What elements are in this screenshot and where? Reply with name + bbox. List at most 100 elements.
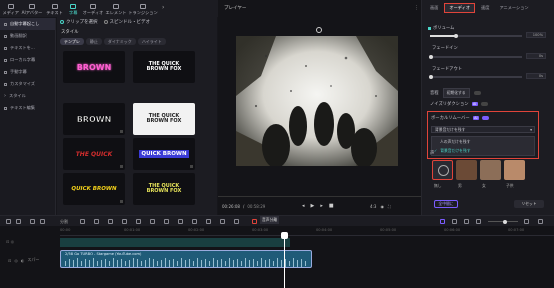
subtitle-track[interactable] bbox=[60, 238, 290, 247]
mic-icon[interactable] bbox=[464, 219, 469, 224]
menu-audio[interactable]: オーディオ bbox=[82, 2, 104, 17]
sidebar-item-video-translate[interactable]: 動画翻訳 bbox=[0, 30, 55, 42]
noise-toggle[interactable] bbox=[480, 102, 488, 106]
sidebar-item-text-edit[interactable]: テキスト編集 bbox=[0, 102, 55, 114]
tab-audio[interactable]: オーディオ bbox=[444, 3, 476, 13]
voice-female[interactable] bbox=[480, 160, 501, 180]
keyframe-icon[interactable] bbox=[206, 219, 211, 224]
audio-icon[interactable] bbox=[178, 219, 183, 224]
filter-static[interactable]: 静止 bbox=[85, 38, 102, 45]
crop-icon[interactable] bbox=[80, 219, 85, 224]
lock-icon[interactable]: ⊡ bbox=[6, 239, 9, 244]
voice-none[interactable] bbox=[432, 160, 453, 180]
eye-icon[interactable]: ◎ bbox=[11, 239, 15, 244]
style-tile[interactable]: BROWN bbox=[63, 103, 125, 135]
aspect-ratio[interactable]: 4:3 bbox=[370, 204, 376, 209]
chevron-right-icon[interactable]: › bbox=[162, 4, 164, 11]
prev-frame-icon[interactable]: ◂ bbox=[302, 203, 305, 209]
delete-icon[interactable] bbox=[30, 219, 35, 224]
tab-animation[interactable]: アニメーション bbox=[495, 3, 532, 13]
menu-subtitle[interactable]: 字幕 bbox=[65, 2, 83, 17]
filter-dynamic[interactable]: ダイナミック bbox=[103, 38, 136, 45]
fullscreen-icon[interactable]: ⛶ bbox=[388, 204, 391, 209]
zoom-out-icon[interactable] bbox=[476, 219, 481, 224]
menu-media[interactable]: メディア bbox=[2, 2, 20, 17]
stop-icon[interactable]: ■ bbox=[329, 203, 334, 209]
menu-text[interactable]: テキスト bbox=[45, 2, 65, 17]
reset-button[interactable]: リセット bbox=[514, 200, 544, 208]
playhead-handle[interactable] bbox=[281, 232, 288, 239]
progress-track[interactable] bbox=[218, 196, 421, 197]
zoom-in-icon[interactable] bbox=[524, 219, 529, 224]
record-icon[interactable] bbox=[164, 219, 169, 224]
radio-clip[interactable]: クリップを選択 bbox=[60, 19, 98, 25]
link-icon[interactable] bbox=[452, 219, 457, 224]
mute-icon[interactable]: ◐ bbox=[21, 258, 25, 263]
magnet-icon[interactable] bbox=[440, 219, 445, 224]
fadein-value[interactable]: 0s bbox=[526, 53, 546, 59]
split-button[interactable]: 分割 bbox=[60, 219, 68, 225]
style-tile[interactable]: THE QUICK BROWN FOX bbox=[133, 51, 195, 83]
vocal-select[interactable]: 背景音だけを残す ▾ bbox=[431, 126, 535, 133]
style-tile[interactable]: QUICK BROWN bbox=[63, 173, 125, 205]
fadeout-value[interactable]: 0s bbox=[526, 73, 546, 79]
fadeout-thumb[interactable] bbox=[429, 74, 433, 79]
play-icon[interactable]: ▶ bbox=[311, 203, 315, 209]
volume-thumb[interactable] bbox=[454, 33, 458, 38]
volume-value[interactable]: 100% bbox=[526, 32, 546, 38]
next-frame-icon[interactable]: ▸ bbox=[320, 203, 323, 209]
menu-ai-avatar[interactable]: AIアバター bbox=[20, 2, 45, 17]
mask-icon[interactable] bbox=[122, 219, 127, 224]
fadeout-track[interactable] bbox=[430, 76, 522, 78]
style-tile[interactable]: QUICK BROWN bbox=[133, 138, 195, 170]
menu-transition[interactable]: トランジション bbox=[128, 2, 158, 17]
tab-speed[interactable]: 速度 bbox=[477, 3, 493, 13]
ai-icon[interactable] bbox=[234, 219, 239, 224]
ruler[interactable]: 00:00 00:01:00 00:02:00 00:03:00 00:04:0… bbox=[60, 226, 554, 236]
sidebar-item-local-subtitle[interactable]: ローカル字幕 bbox=[0, 54, 55, 66]
audio-separate-icon[interactable] bbox=[252, 219, 257, 224]
option-bgm-only[interactable]: ✓ 背景音だけを残す bbox=[432, 146, 534, 155]
sidebar-item-auto-subtitle[interactable]: 自動字幕起こし bbox=[0, 18, 55, 30]
voice-male[interactable] bbox=[456, 160, 477, 180]
text-icon[interactable] bbox=[150, 219, 155, 224]
cut-icon[interactable] bbox=[40, 219, 45, 224]
fadein-thumb[interactable] bbox=[429, 54, 433, 59]
voice-child[interactable] bbox=[504, 160, 525, 180]
sidebar-item-style[interactable]: › スタイル bbox=[0, 90, 55, 102]
redo-icon[interactable] bbox=[16, 219, 21, 224]
tab-screen[interactable]: 画面 bbox=[426, 3, 442, 13]
sidebar-item-manual-subtitle[interactable]: 手動字幕 bbox=[0, 66, 55, 78]
menu-dots-icon[interactable]: ⋮ bbox=[414, 5, 419, 11]
sidebar-item-text-to[interactable]: テキストを... bbox=[0, 42, 55, 54]
vocal-toggle[interactable] bbox=[481, 116, 489, 120]
option-voice-only[interactable]: 人の声だけを残す bbox=[432, 137, 534, 146]
target-icon[interactable] bbox=[316, 27, 322, 33]
eq-toggle[interactable] bbox=[473, 91, 481, 95]
lock-icon[interactable]: ⊡ bbox=[8, 258, 11, 263]
video-clip[interactable]: 2/58 Go TURBO - Stargame (YouTube.com) bbox=[60, 250, 312, 268]
undo-icon[interactable] bbox=[6, 219, 11, 224]
style-tile[interactable]: BROWN bbox=[63, 51, 125, 83]
eye-icon[interactable]: ◎ bbox=[14, 258, 18, 263]
speed-icon[interactable] bbox=[94, 219, 99, 224]
motion-icon[interactable] bbox=[220, 219, 225, 224]
radio-speed-video[interactable]: スピンドル・ビデオ bbox=[103, 19, 150, 25]
eq-reset-button[interactable]: 初期化する bbox=[442, 88, 470, 98]
filter-highlight[interactable]: ハイライト bbox=[137, 38, 166, 45]
grid-icon[interactable] bbox=[538, 219, 543, 224]
color-icon[interactable] bbox=[108, 219, 113, 224]
style-tile[interactable]: THE QUICK BROWN FOX bbox=[133, 173, 195, 205]
apply-all-button[interactable]: 全中間に bbox=[434, 200, 458, 208]
menu-element[interactable]: エレメント bbox=[104, 2, 128, 17]
zoom-thumb[interactable] bbox=[503, 219, 507, 224]
filter-template[interactable]: テンプレ bbox=[60, 38, 84, 45]
playhead[interactable] bbox=[284, 234, 285, 288]
fadein-track[interactable] bbox=[430, 56, 522, 58]
freeze-icon[interactable] bbox=[136, 219, 141, 224]
sidebar-item-customize[interactable]: カスタマイズ bbox=[0, 78, 55, 90]
stabilize-icon[interactable] bbox=[192, 219, 197, 224]
style-tile[interactable]: THE QUICK bbox=[63, 138, 125, 170]
camera-icon[interactable]: ◉ bbox=[380, 204, 384, 209]
style-tile[interactable]: THE QUICK BROWN FOX bbox=[133, 103, 195, 135]
